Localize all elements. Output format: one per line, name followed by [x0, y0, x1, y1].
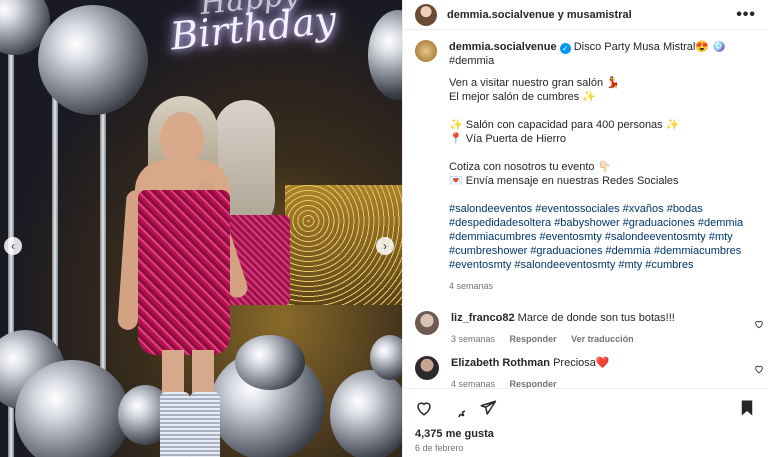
next-photo-arrow-icon[interactable]: › [376, 237, 394, 255]
caption: demmia.socialvenue ✓ Disco Party Musa Mi… [403, 30, 768, 293]
caption-time: 4 semanas [449, 281, 494, 291]
caption-line: 📍 Vía Puerta de Hierro [449, 133, 567, 145]
comment-text: Preciosa❤️ [553, 357, 610, 369]
caption-line: Ven a visitar nuestro gran salón 💃 [449, 77, 620, 89]
hashtag-line[interactable]: #eventosmty #salondeeventosmty #mty #cum… [449, 258, 756, 272]
woman-face [160, 112, 204, 166]
hashtag-line[interactable]: #salondeeventos #eventossociales #xvaños… [449, 202, 756, 216]
commenter-avatar[interactable] [415, 356, 439, 380]
post-date: 6 de febrero [415, 443, 464, 453]
post-title[interactable]: demmia.socialvenue y musamistral [447, 9, 632, 21]
author-avatar[interactable] [415, 3, 437, 26]
verified-badge-icon: ✓ [559, 43, 571, 54]
disco-ball [330, 370, 402, 457]
previous-photo-arrow-icon[interactable]: ‹ [4, 237, 22, 255]
post-actions [403, 388, 768, 418]
comment-text: Marce de donde son tus botas!!! [517, 312, 675, 324]
caption-line: Cotiza con nosotros tu evento 👇🏻 [449, 161, 612, 173]
hashtag-line[interactable]: #despedidadesoltera #babyshower #graduac… [449, 216, 756, 230]
comment-like-heart-icon[interactable] [754, 364, 764, 377]
sequin-dress [138, 190, 230, 355]
silver-boot [160, 392, 190, 457]
share-icon[interactable] [479, 399, 497, 417]
caption-line: El mejor salón de cumbres ✨ [449, 91, 596, 103]
woman-leg [192, 350, 214, 395]
heart-icon[interactable] [415, 399, 433, 417]
bookmark-icon[interactable] [738, 399, 756, 417]
comment-time: 3 semanas [451, 334, 496, 344]
caption-avatar[interactable] [415, 40, 437, 62]
comment: liz_franco82 Marce de donde son tus bota… [403, 311, 768, 346]
post-photo[interactable]: Happy Birthday ‹ › [0, 0, 402, 457]
comment-icon[interactable] [447, 399, 465, 417]
disco-ball [38, 5, 148, 115]
commenter-avatar[interactable] [415, 311, 439, 335]
comment-username[interactable]: Elizabeth Rothman [451, 357, 550, 369]
caption-text: demmia.socialvenue ✓ Disco Party Musa Mi… [449, 40, 756, 293]
silver-boot [190, 392, 220, 457]
caption-line: 💌 Envía mensaje en nuestras Redes Social… [449, 175, 679, 187]
comment-username[interactable]: liz_franco82 [451, 312, 515, 324]
neon-sign: Birthday [168, 0, 339, 59]
reply-button[interactable]: Responder [510, 334, 557, 344]
disco-ball [368, 10, 402, 100]
hashtag-line[interactable]: #cumbreshower #graduaciones #demmia #dem… [449, 244, 756, 258]
likes-count[interactable]: 4,375 me gusta [415, 428, 494, 440]
instagram-post: Happy Birthday ‹ › [0, 0, 768, 457]
disco-ball [370, 335, 402, 380]
post-header: demmia.socialvenue y musamistral ••• [403, 0, 768, 30]
translate-button[interactable]: Ver traducción [571, 334, 634, 344]
post-details-panel: demmia.socialvenue y musamistral ••• dem… [402, 0, 768, 457]
comment-like-heart-icon[interactable] [754, 319, 764, 332]
disco-ball [235, 335, 305, 390]
disco-ball [15, 360, 130, 457]
hashtag-line[interactable]: #demmiacumbres #eventosmty #salondeevent… [449, 230, 756, 244]
caption-username[interactable]: demmia.socialvenue [449, 41, 557, 53]
woman-leg [162, 350, 184, 395]
more-options-icon[interactable]: ••• [736, 6, 756, 24]
caption-line: ✨ Salón con capacidad para 400 personas … [449, 119, 680, 131]
comment: Elizabeth Rothman Preciosa❤️ 4 semanas R… [403, 356, 768, 391]
